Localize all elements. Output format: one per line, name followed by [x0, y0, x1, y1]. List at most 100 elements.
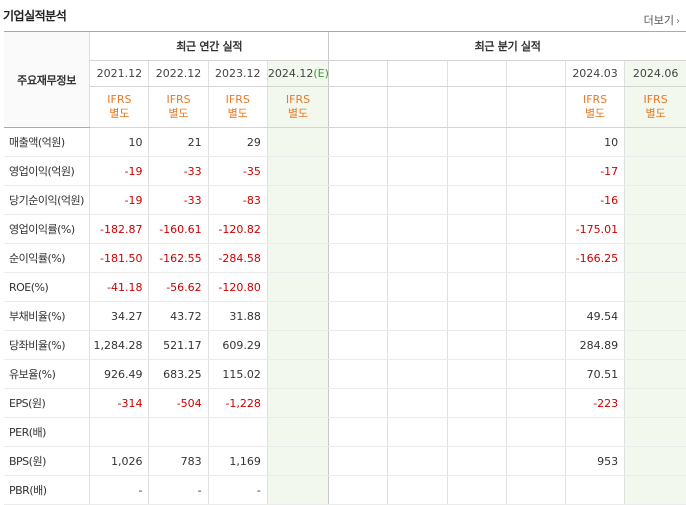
table-row: ROE(%) -41.18 -56.62 -120.80 — [4, 272, 686, 302]
quarter-empty — [328, 388, 388, 418]
year-label: 2023.12 — [215, 67, 261, 80]
quarter-empty — [387, 127, 448, 157]
ifrs-empty — [387, 86, 448, 128]
quarter-empty — [328, 475, 388, 505]
quarter-empty — [328, 417, 388, 447]
quarter-empty — [505, 214, 566, 244]
quarter-empty — [446, 475, 507, 505]
ifrs-type: 별도 — [584, 107, 606, 120]
annual-value — [266, 417, 329, 447]
quarter-value: 49.54 — [564, 301, 625, 331]
period-label: 2024.03 — [572, 67, 618, 80]
annual-value: -83 — [207, 185, 268, 215]
quarter-header: 최근 분기 실적 — [328, 31, 686, 61]
ifrs-empty — [446, 86, 507, 128]
quarter-period-6: 2024.06 — [624, 60, 686, 87]
annual-value: 34.27 — [89, 301, 149, 331]
table-row: 당기순이익(억원) -19 -33 -83 -16 — [4, 185, 686, 215]
ifrs-cell: IFRS 별도 — [624, 86, 686, 128]
annual-year-2: 2022.12 — [148, 60, 209, 87]
annual-value: -41.18 — [89, 272, 149, 302]
annual-value: 926.49 — [89, 359, 149, 389]
quarter-period-5: 2024.03 — [564, 60, 625, 87]
quarter-empty — [446, 301, 507, 331]
quarter-empty — [328, 272, 388, 302]
quarter-value: 284.89 — [564, 330, 625, 360]
annual-value — [266, 388, 329, 418]
annual-value: -19 — [89, 156, 149, 186]
annual-value: - — [89, 475, 149, 505]
more-link[interactable]: 더보기 › — [644, 12, 680, 28]
annual-value: 1,169 — [207, 446, 268, 476]
annual-header: 최근 연간 실적 — [89, 31, 329, 61]
annual-value — [89, 417, 149, 447]
quarter-empty — [328, 127, 388, 157]
annual-value: 1,026 — [89, 446, 149, 476]
quarter-empty — [328, 330, 388, 360]
annual-value — [207, 417, 268, 447]
ifrs-cell: IFRS 별도 — [148, 86, 209, 128]
quarter-empty — [387, 156, 448, 186]
quarter-value — [624, 272, 686, 302]
quarter-value — [624, 475, 686, 505]
annual-value: 521.17 — [148, 330, 209, 360]
ifrs-empty — [505, 86, 566, 128]
row-label: ROE(%) — [4, 272, 90, 302]
year-label: 2022.12 — [155, 67, 202, 80]
annual-value: -19 — [89, 185, 149, 215]
quarter-value: -175.01 — [564, 214, 625, 244]
annual-year-4: 2024.12(E) — [266, 60, 329, 87]
quarter-empty — [446, 388, 507, 418]
row-label: 당좌비율(%) — [4, 330, 90, 360]
row-label: 부채비율(%) — [4, 301, 90, 331]
quarter-empty — [446, 185, 507, 215]
row-label: BPS(원) — [4, 446, 90, 476]
row-label: PER(배) — [4, 417, 90, 447]
quarter-empty — [446, 243, 507, 273]
year-label: 2024.12 — [267, 67, 314, 80]
quarter-empty — [387, 185, 448, 215]
quarter-value — [624, 185, 686, 215]
annual-year-3: 2023.12 — [207, 60, 268, 87]
quarter-empty — [446, 446, 507, 476]
ifrs-type: 별도 — [227, 107, 248, 120]
ifrs-cell: IFRS 별도 — [89, 86, 149, 128]
quarter-empty — [387, 272, 448, 302]
quarter-empty — [328, 185, 388, 215]
annual-value: 31.88 — [207, 301, 268, 331]
quarter-value: -17 — [564, 156, 625, 186]
annual-value: -120.80 — [207, 272, 268, 302]
annual-value: 609.29 — [207, 330, 268, 360]
annual-value — [266, 127, 329, 157]
annual-value: -35 — [207, 156, 268, 186]
annual-value: -314 — [89, 388, 149, 418]
section-title: 기업실적분석 — [3, 9, 67, 23]
annual-value: -33 — [148, 185, 209, 215]
annual-value — [266, 156, 329, 186]
quarter-value: 953 — [564, 446, 625, 476]
annual-value — [266, 446, 329, 476]
annual-value: -504 — [148, 388, 209, 418]
quarter-empty — [387, 301, 448, 331]
quarter-empty — [505, 388, 566, 418]
annual-value: -162.55 — [148, 243, 209, 273]
annual-value: -160.61 — [148, 214, 209, 244]
quarter-empty — [505, 301, 566, 331]
quarter-empty — [505, 272, 566, 302]
annual-year-1: 2021.12 — [89, 60, 149, 87]
table-row: 유보율(%) 926.49 683.25 115.02 70.51 — [4, 359, 686, 389]
annual-value — [266, 330, 329, 360]
quarter-empty — [505, 127, 566, 157]
annual-value: 1,284.28 — [89, 330, 149, 360]
annual-value: -56.62 — [148, 272, 209, 302]
quarter-empty — [505, 330, 566, 360]
quarter-period-4 — [505, 60, 566, 87]
quarter-empty — [387, 214, 448, 244]
annual-value: 10 — [89, 127, 149, 157]
quarter-value: 70.51 — [564, 359, 625, 389]
quarter-empty — [328, 214, 388, 244]
annual-value — [266, 359, 329, 389]
ifrs-cell: IFRS 별도 — [564, 86, 625, 128]
table-row: 순이익률(%) -181.50 -162.55 -284.58 -166.25 — [4, 243, 686, 273]
ifrs-cell: IFRS 별도 — [266, 86, 329, 128]
